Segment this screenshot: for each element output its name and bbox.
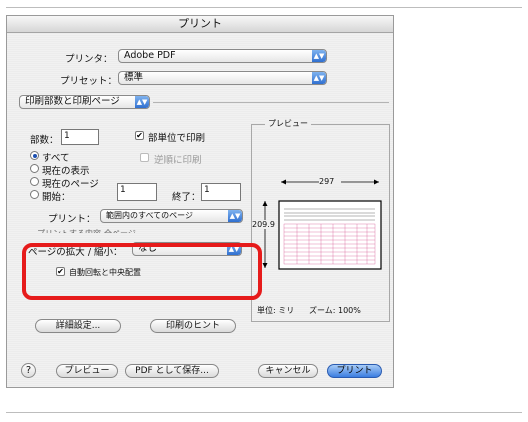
preview-zoom-label: ズーム: 100% bbox=[309, 306, 361, 315]
preview-button[interactable]: プレビュー bbox=[56, 364, 118, 378]
print-what-value: 範囲内のすべてのページ bbox=[106, 211, 193, 220]
radio-all[interactable] bbox=[30, 151, 39, 160]
preview-group-title: プレビュー bbox=[265, 118, 311, 129]
popup-arrow-icon: ▲▼ bbox=[312, 50, 326, 62]
panel-popup[interactable]: 印刷部数と印刷ページ ▲▼ bbox=[19, 95, 150, 109]
print-what-popup[interactable]: 範囲内のすべてのページ ▲▼ bbox=[100, 209, 243, 223]
save-as-pdf-button[interactable]: PDF として保存... bbox=[125, 364, 219, 378]
preset-value: 標準 bbox=[124, 72, 144, 83]
range-end-field[interactable]: 1 bbox=[201, 183, 241, 201]
print-subset-label: プリントする内容 bbox=[37, 229, 101, 238]
preview-unit-label: 単位: ミリ bbox=[257, 306, 295, 315]
width-arrow-left bbox=[281, 179, 286, 185]
radio-range[interactable] bbox=[30, 190, 39, 199]
cancel-button[interactable]: キャンセル bbox=[258, 364, 318, 378]
collate-label: 部単位で印刷 bbox=[148, 133, 206, 144]
advanced-settings-button[interactable]: 詳細設定... bbox=[35, 319, 121, 333]
width-arrow-right bbox=[374, 179, 379, 185]
panel-separator bbox=[153, 102, 389, 103]
print-button[interactable]: プリント bbox=[327, 364, 382, 378]
copies-field[interactable]: 1 bbox=[61, 129, 99, 145]
range-end-label: 終了： bbox=[172, 192, 201, 203]
copies-label: 部数： bbox=[30, 135, 59, 146]
radio-all-label: すべて bbox=[42, 153, 70, 164]
height-arrow-bottom bbox=[262, 263, 268, 268]
top-divider bbox=[6, 7, 522, 8]
printer-popup[interactable]: Adobe PDF ▲▼ bbox=[118, 49, 327, 63]
panel-popup-value: 印刷部数と印刷ページ bbox=[25, 96, 120, 107]
scaling-highlight-box bbox=[22, 243, 262, 300]
preset-popup[interactable]: 標準 ▲▼ bbox=[118, 71, 327, 85]
radio-current-view[interactable] bbox=[30, 164, 39, 173]
print-dialog: プリント プリンタ： Adobe PDF ▲▼ プリセット： 標準 ▲▼ 印刷部… bbox=[6, 15, 394, 388]
preset-label: プリセット： bbox=[60, 76, 118, 87]
bottom-divider bbox=[6, 412, 522, 413]
printer-label: プリンタ： bbox=[65, 54, 113, 65]
range-start-label: 開始： bbox=[42, 192, 71, 203]
print-hints-button[interactable]: 印刷のヒント bbox=[150, 319, 236, 333]
height-arrow-top bbox=[262, 201, 268, 206]
printer-value: Adobe PDF bbox=[124, 50, 176, 61]
popup-arrow-icon: ▲▼ bbox=[312, 72, 326, 84]
page-thumbnail bbox=[278, 200, 382, 270]
radio-current-page-label: 現在のページ bbox=[42, 179, 99, 190]
preview-width-label: 297 bbox=[319, 177, 335, 186]
preview-height-label: 209.9 bbox=[252, 220, 275, 229]
popup-arrow-icon: ▲▼ bbox=[228, 210, 242, 222]
collate-checkbox[interactable]: ✔ bbox=[135, 131, 144, 140]
popup-arrow-icon: ▲▼ bbox=[135, 96, 149, 108]
help-button[interactable]: ? bbox=[21, 363, 36, 378]
reverse-label: 逆順に印刷 bbox=[154, 155, 202, 166]
reverse-checkbox[interactable] bbox=[140, 153, 149, 162]
window-title: プリント bbox=[7, 16, 393, 33]
print-what-label: プリント： bbox=[48, 214, 96, 225]
print-subset-value: 全ページ bbox=[104, 229, 136, 238]
radio-current-view-label: 現在の表示 bbox=[42, 166, 90, 177]
range-start-field[interactable]: 1 bbox=[117, 183, 157, 201]
radio-current-page[interactable] bbox=[30, 177, 39, 186]
